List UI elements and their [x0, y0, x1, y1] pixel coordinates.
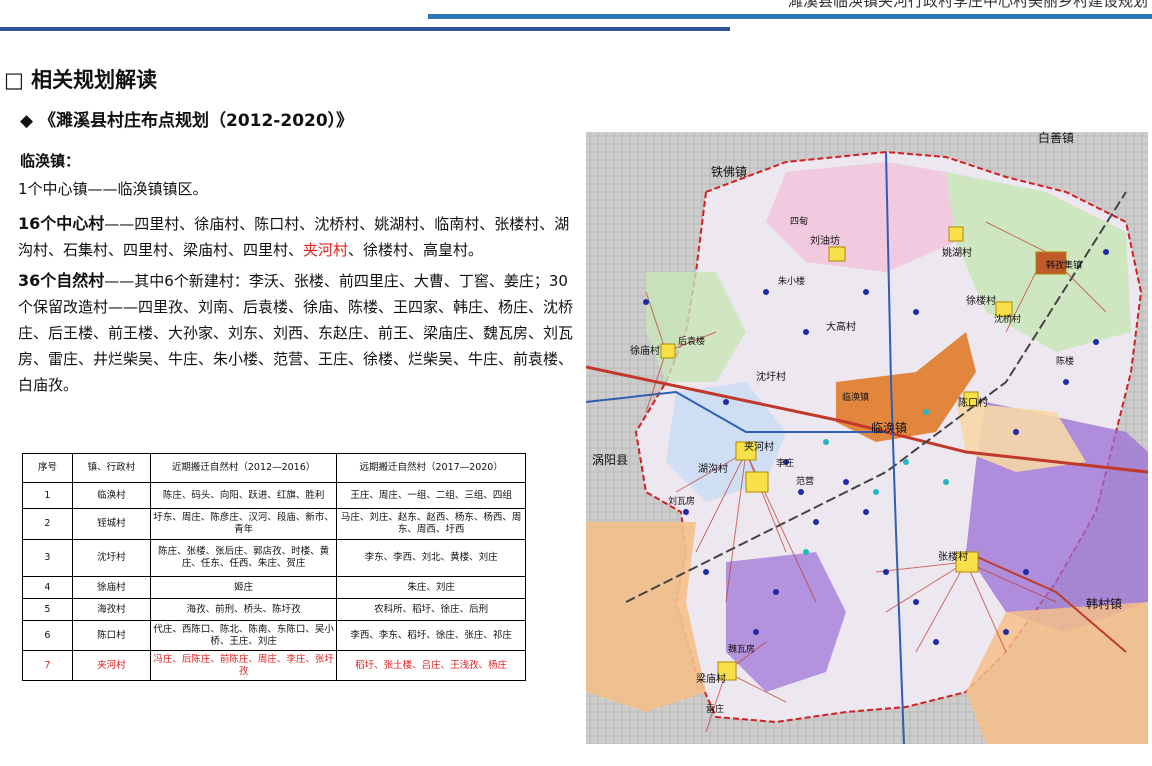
map-label: 铁佛镇 [711, 165, 747, 179]
table-cell: 临涣村 [71, 482, 151, 509]
header-bar-dark [0, 27, 730, 31]
table-cell: 冯庄、后陈庄、前陈庄、周庄、李庄、张圩孜 [149, 650, 338, 681]
table-cell: 陈庄、码头、向阳、跃进、红旗、胜利 [149, 482, 338, 509]
town-label: 临涣镇： [20, 152, 81, 170]
header-title: 濉溪县临涣镇夹河行政村李庄中心村美丽乡村建设规划 [787, 0, 1148, 10]
natural-villages-list: ——其中6个新建村：李沃、张楼、前四里庄、大曹、丁窖、姜庄；30个保留改造村——… [18, 272, 574, 394]
table-header-cell: 远期搬迁自然村（2017—2020） [336, 453, 526, 483]
map-label: 刘瓦房 [668, 495, 695, 507]
map-label: 韩孜集镇 [1046, 259, 1082, 271]
map-label: 大高村 [826, 320, 856, 333]
map-svg: 白善镇 铁佛镇 涡阳县 韩村镇 临涣镇 临涣镇 姚湖村 徐楼村 徐庙村 沈圩村 … [586, 132, 1148, 744]
table-row: 1 临涣村 陈庄、码头、向阳、跃进、红旗、胜利 王庄、周庄、一组、二组、三组、四… [22, 482, 526, 509]
table-cell: 徐庙村 [71, 576, 151, 599]
header-bar-light [428, 14, 1152, 19]
map-label: 刘油坊 [810, 234, 840, 247]
map-label: 韩村镇 [1086, 596, 1122, 611]
map-label: 张楼村 [938, 550, 968, 563]
table-cell: 马庄、刘庄、赵东、赵西、杨东、杨西、周东、周西、圩西 [336, 508, 526, 540]
table-cell: 5 [22, 598, 73, 621]
map-label: 陈楼 [1056, 355, 1074, 367]
table-cell: 沈圩村 [71, 539, 151, 577]
map-label: 梁庙村 [696, 672, 726, 685]
table-cell: 稻圩、张土楼、吕庄、王浅孜、杨庄 [336, 650, 526, 681]
map-label: 四甸 [790, 215, 808, 227]
map-label: 后袁楼 [678, 335, 705, 347]
central-villages-heading: 16个中心村 [18, 214, 105, 233]
map-label: 临涣镇 [871, 421, 907, 435]
table-header-cell: 镇、行政村 [71, 453, 151, 483]
table-row: 6 陈口村 代庄、西陈口、陈北、陈南、东陈口、吴小桥、王庄、刘庄 李西、李东、稻… [22, 620, 526, 651]
natural-villages-heading: 36个自然村 [18, 271, 105, 290]
table-cell: 陈庄、张楼、张后庄、郭店孜、时楼、黄庄、任东、任西、朱庄、贺庄 [149, 539, 338, 577]
map-label: 临涣镇 [842, 391, 869, 403]
zone-orange-west [586, 522, 706, 712]
table-cell: 海孜村 [71, 598, 151, 621]
central-villages-list-b: 、徐楼村、高皇村。 [348, 241, 484, 259]
table-row: 5 海孜村 海孜、前刑、桥头、陈圩孜 农科所、稻圩、徐庄、后刑 [22, 598, 526, 621]
central-villages-paragraph: 16个中心村——四里村、徐庙村、陈口村、沈桥村、姚湖村、临南村、张楼村、湖沟村、… [18, 211, 578, 263]
table-cell: 夹河村 [71, 650, 151, 681]
subsection-title: ◆ 《濉溪县村庄布点规划（2012-2020）》 [20, 111, 354, 131]
map-label: 湖沟村 [698, 462, 728, 475]
table-cell: 代庄、西陈口、陈北、陈南、东陈口、吴小桥、王庄、刘庄 [149, 620, 338, 651]
table-cell: 海孜、前刑、桥头、陈圩孜 [149, 598, 338, 621]
table-cell: 7 [22, 650, 73, 681]
map-label: 夹河村 [744, 440, 774, 453]
table-cell: 李西、李东、稻圩、徐庄、张庄、祁庄 [336, 620, 526, 651]
table-row: 2 铚城村 圩东、周庄、陈彦庄、汉河、段庙、新市、青年 马庄、刘庄、赵东、赵西、… [22, 508, 526, 540]
table-cell: 李东、李西、刘北、黄楼、刘庄 [336, 539, 526, 577]
table-header-cell: 近期搬迁自然村（2012—2016） [149, 453, 338, 483]
map-label: 徐庙村 [630, 344, 660, 357]
map-label: 姚湖村 [942, 246, 972, 259]
map-label: 李庄 [776, 457, 794, 469]
table-cell: 农科所、稻圩、徐庄、后刑 [336, 598, 526, 621]
table-row: 3 沈圩村 陈庄、张楼、张后庄、郭店孜、时楼、黄庄、任东、任西、朱庄、贺庄 李东… [22, 539, 526, 577]
natural-villages-paragraph: 36个自然村——其中6个新建村：李沃、张楼、前四里庄、大曹、丁窖、姜庄；30个保… [18, 268, 578, 398]
table-cell: 3 [22, 539, 73, 577]
table-cell: 圩东、周庄、陈彦庄、汉河、段庙、新市、青年 [149, 508, 338, 540]
table-header-cell: 序号 [22, 453, 73, 483]
table-cell: 铚城村 [71, 508, 151, 540]
village-layout-map: 白善镇 铁佛镇 涡阳县 韩村镇 临涣镇 临涣镇 姚湖村 徐楼村 徐庙村 沈圩村 … [586, 132, 1148, 744]
table-cell: 陈口村 [71, 620, 151, 651]
map-label: 沈圩村 [756, 370, 786, 383]
map-label: 沈桥村 [994, 313, 1021, 325]
central-town-line: 1个中心镇——临涣镇镇区。 [18, 180, 208, 198]
relocation-table: 序号 镇、行政村 近期搬迁自然村（2012—2016） 远期搬迁自然村（2017… [22, 453, 526, 681]
table-cell: 1 [22, 482, 73, 509]
map-label: 魏瓦房 [728, 643, 755, 655]
table-cell: 姬庄 [149, 576, 338, 599]
table-cell: 2 [22, 508, 73, 540]
table-row: 4 徐庙村 姬庄 朱庄、刘庄 [22, 576, 526, 599]
map-label: 范营 [796, 475, 814, 487]
map-label: 朱小楼 [778, 275, 805, 287]
table-cell: 4 [22, 576, 73, 599]
map-label: 雷庄 [706, 703, 724, 715]
section-title: □ 相关规划解读 [4, 68, 158, 92]
table-cell: 6 [22, 620, 73, 651]
jiahe-village-highlight: 夹河村 [303, 241, 349, 259]
map-label: 白善镇 [1038, 132, 1074, 145]
table-row: 7 夹河村 冯庄、后陈庄、前陈庄、周庄、李庄、张圩孜 稻圩、张土楼、吕庄、王浅孜… [22, 650, 526, 681]
table-cell: 朱庄、刘庄 [336, 576, 526, 599]
map-label: 涡阳县 [592, 453, 628, 467]
map-label: 徐楼村 [966, 294, 996, 307]
table-header-row: 序号 镇、行政村 近期搬迁自然村（2012—2016） 远期搬迁自然村（2017… [22, 453, 526, 483]
map-label: 陈口村 [958, 396, 988, 409]
table-cell: 王庄、周庄、一组、二组、三组、四组 [336, 482, 526, 509]
